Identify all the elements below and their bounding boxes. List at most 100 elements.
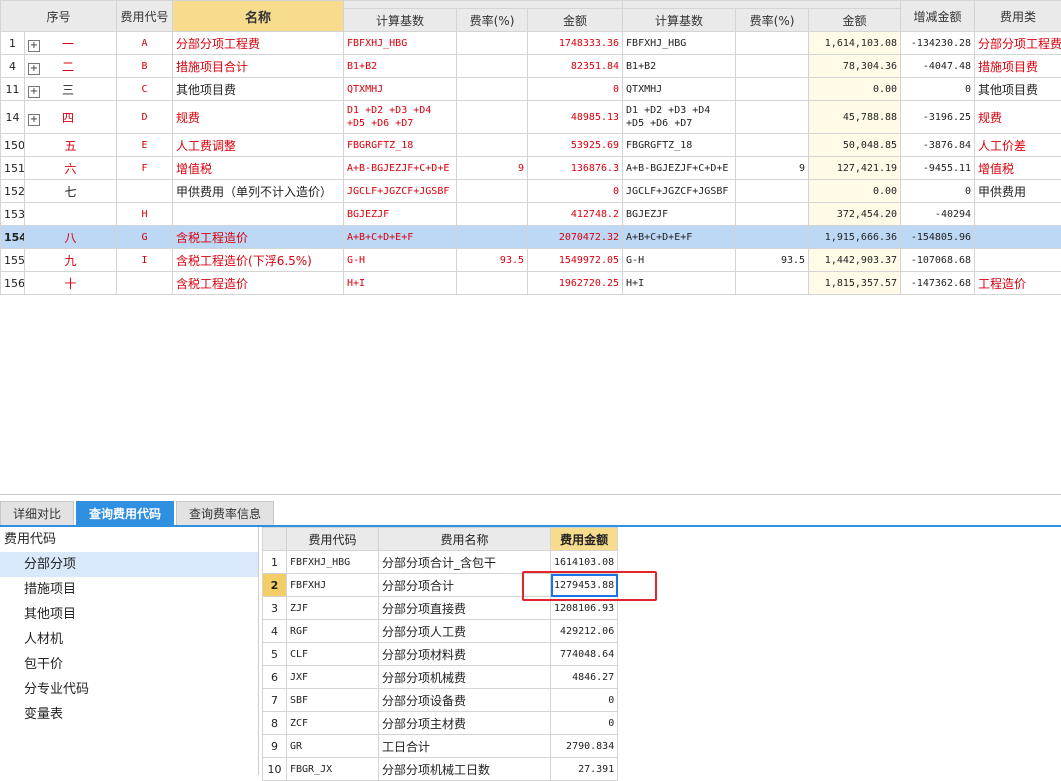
fee-code-row[interactable]: 10FBGR_JX分部分项机械工日数27.391: [263, 758, 618, 781]
row-calc-base-1[interactable]: D1 +D2 +D3 +D4 +D5 +D6 +D7: [344, 101, 457, 134]
row-calc-base-1[interactable]: BGJEZJF: [344, 203, 457, 226]
sub-row-amount[interactable]: 429212.06: [551, 620, 618, 643]
row-fee-type[interactable]: 规费: [975, 101, 1061, 134]
row-rate-1[interactable]: [457, 226, 528, 249]
row-code[interactable]: E: [117, 134, 173, 157]
row-calc-base-2[interactable]: JGCLF+JGZCF+JGSBF: [623, 180, 736, 203]
sub-row-code[interactable]: ZJF: [287, 597, 379, 620]
row-fee-type[interactable]: 增值税: [975, 157, 1061, 180]
row-amount-2[interactable]: 50,048.85: [809, 134, 901, 157]
sub-row-code[interactable]: FBFXHJ_HBG: [287, 551, 379, 574]
row-number[interactable]: 150: [1, 134, 25, 157]
tree-item-materials[interactable]: 人材机: [0, 627, 258, 652]
row-amount-1[interactable]: 48985.13: [528, 101, 623, 134]
row-rate-1[interactable]: [457, 101, 528, 134]
sub-row-name[interactable]: 分部分项人工费: [379, 620, 551, 643]
row-rate-2[interactable]: 93.5: [736, 249, 809, 272]
row-seq[interactable]: 十: [25, 272, 117, 295]
row-diff[interactable]: -134230.28: [901, 32, 975, 55]
row-amount-1[interactable]: 1748333.36: [528, 32, 623, 55]
row-seq[interactable]: +二: [25, 55, 117, 78]
row-diff[interactable]: -4047.48: [901, 55, 975, 78]
row-fee-type[interactable]: 措施项目费: [975, 55, 1061, 78]
row-rate-1[interactable]: [457, 203, 528, 226]
fee-code-row[interactable]: 8ZCF分部分项主材费0: [263, 712, 618, 735]
row-number[interactable]: 152: [1, 180, 25, 203]
tree-splitter[interactable]: [258, 527, 259, 775]
header-seq[interactable]: 序号: [1, 1, 117, 32]
row-rate-2[interactable]: [736, 101, 809, 134]
row-name[interactable]: 其他项目费: [173, 78, 344, 101]
header-fee-type[interactable]: 费用类: [975, 1, 1061, 32]
tree-item-variables[interactable]: 变量表: [0, 702, 258, 727]
row-code[interactable]: H: [117, 203, 173, 226]
fee-row[interactable]: 153HBGJEZJF412748.2BGJEZJF372,454.20-402…: [1, 203, 1061, 226]
row-name[interactable]: 规费: [173, 101, 344, 134]
expand-icon[interactable]: +: [28, 114, 40, 126]
row-rate-2[interactable]: [736, 226, 809, 249]
sub-row-code[interactable]: SBF: [287, 689, 379, 712]
row-number[interactable]: 1: [1, 32, 25, 55]
row-rate-1[interactable]: [457, 32, 528, 55]
row-calc-base-2[interactable]: B1+B2: [623, 55, 736, 78]
row-calc-base-1[interactable]: FBFXHJ_HBG: [344, 32, 457, 55]
row-seq[interactable]: +一: [25, 32, 117, 55]
row-number[interactable]: 4: [1, 55, 25, 78]
sub-row-index[interactable]: 9: [263, 735, 287, 758]
fee-code-row[interactable]: 6JXF分部分项机械费4846.27: [263, 666, 618, 689]
tree-item-measures[interactable]: 措施项目: [0, 577, 258, 602]
row-amount-2[interactable]: 1,915,666.36: [809, 226, 901, 249]
tree-item-specialty-code[interactable]: 分专业代码: [0, 677, 258, 702]
sub-row-amount[interactable]: 27.391: [551, 758, 618, 781]
row-diff[interactable]: -107068.68: [901, 249, 975, 272]
fee-code-row[interactable]: 9GR工日合计2790.834: [263, 735, 618, 758]
tab-query-rate-info[interactable]: 查询费率信息: [176, 501, 274, 526]
fee-row[interactable]: 4+二B措施项目合计B1+B282351.84B1+B278,304.36-40…: [1, 55, 1061, 78]
row-amount-2[interactable]: 1,815,357.57: [809, 272, 901, 295]
row-code[interactable]: C: [117, 78, 173, 101]
sub-row-name[interactable]: 工日合计: [379, 735, 551, 758]
row-code[interactable]: G: [117, 226, 173, 249]
sub-row-index[interactable]: 7: [263, 689, 287, 712]
row-diff[interactable]: -147362.68: [901, 272, 975, 295]
row-fee-type[interactable]: 人工价差: [975, 134, 1061, 157]
sub-row-amount[interactable]: 0: [551, 712, 618, 735]
row-diff[interactable]: 0: [901, 180, 975, 203]
row-amount-1[interactable]: 412748.2: [528, 203, 623, 226]
row-seq[interactable]: 六: [25, 157, 117, 180]
row-number[interactable]: 11: [1, 78, 25, 101]
row-seq[interactable]: 五: [25, 134, 117, 157]
fee-code-row[interactable]: 7SBF分部分项设备费0: [263, 689, 618, 712]
row-fee-type[interactable]: [975, 203, 1061, 226]
expand-icon[interactable]: +: [28, 40, 40, 52]
sub-row-amount[interactable]: 774048.64: [551, 643, 618, 666]
row-fee-type[interactable]: [975, 249, 1061, 272]
fee-row[interactable]: 1+一A分部分项工程费FBFXHJ_HBG1748333.36FBFXHJ_HB…: [1, 32, 1061, 55]
row-rate-1[interactable]: [457, 134, 528, 157]
fee-code-row[interactable]: 4RGF分部分项人工费429212.06: [263, 620, 618, 643]
row-name[interactable]: 含税工程造价: [173, 226, 344, 249]
row-calc-base-1[interactable]: QTXMHJ: [344, 78, 457, 101]
pane-divider[interactable]: [0, 494, 1061, 495]
row-name[interactable]: 措施项目合计: [173, 55, 344, 78]
sub-row-index[interactable]: 6: [263, 666, 287, 689]
row-seq[interactable]: +四: [25, 101, 117, 134]
row-amount-1[interactable]: 53925.69: [528, 134, 623, 157]
row-calc-base-1[interactable]: FBGRGFTZ_18: [344, 134, 457, 157]
row-number[interactable]: 156: [1, 272, 25, 295]
sub-row-amount[interactable]: 2790.834: [551, 735, 618, 758]
row-rate-1[interactable]: [457, 78, 528, 101]
sub-row-code[interactable]: CLF: [287, 643, 379, 666]
row-calc-base-2[interactable]: H+I: [623, 272, 736, 295]
header-fee-code[interactable]: 费用代号: [117, 1, 173, 32]
expand-icon[interactable]: +: [28, 86, 40, 98]
row-name[interactable]: 增值税: [173, 157, 344, 180]
row-amount-2[interactable]: 1,442,903.37: [809, 249, 901, 272]
row-amount-2[interactable]: 78,304.36: [809, 55, 901, 78]
row-code[interactable]: B: [117, 55, 173, 78]
row-number[interactable]: 155: [1, 249, 25, 272]
fee-row[interactable]: 152七甲供费用（单列不计入造价）JGCLF+JGZCF+JGSBF0JGCLF…: [1, 180, 1061, 203]
header-amount-2[interactable]: 金额: [809, 9, 901, 32]
row-seq[interactable]: [25, 203, 117, 226]
sub-row-code[interactable]: RGF: [287, 620, 379, 643]
